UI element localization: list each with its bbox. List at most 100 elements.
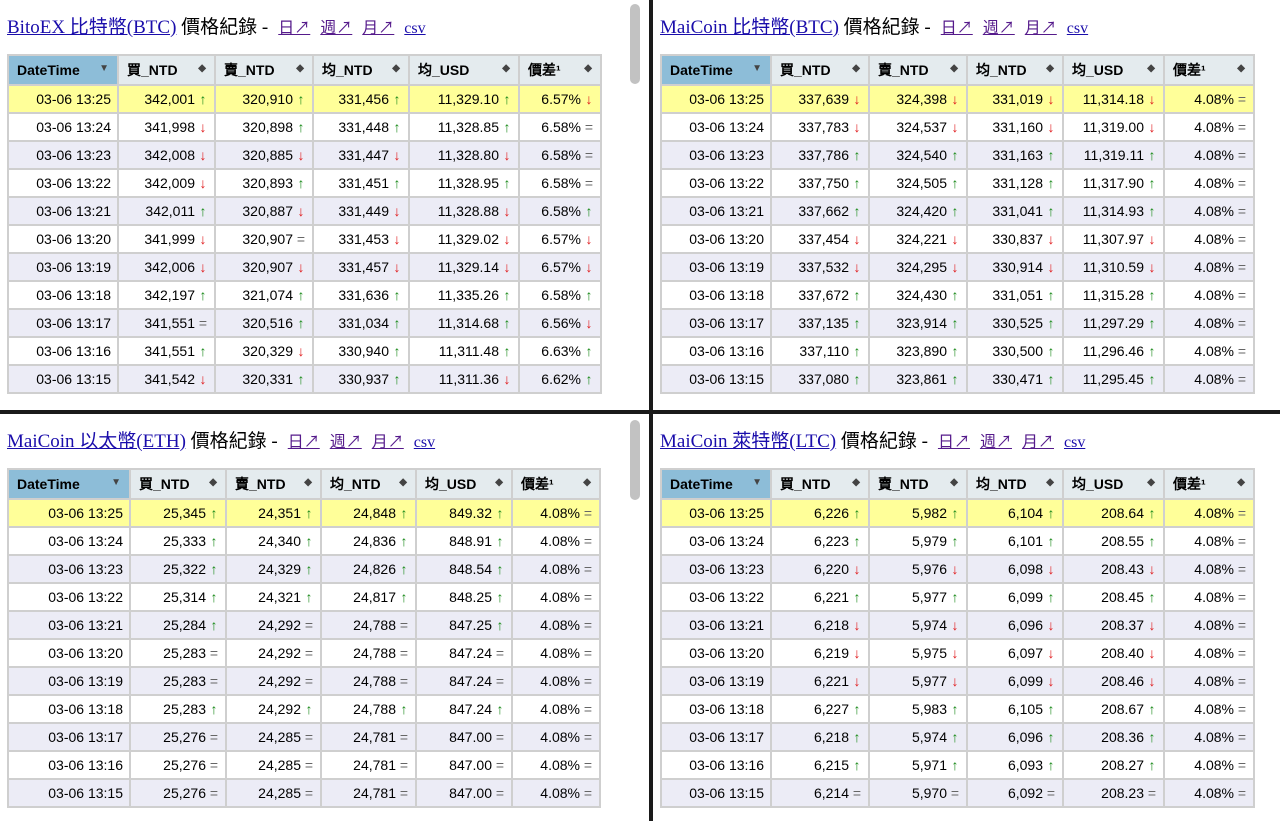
value: 4.08% xyxy=(1194,533,1234,549)
csv-link[interactable]: csv xyxy=(414,434,435,451)
equal-icon: = xyxy=(209,785,219,801)
column-header[interactable]: 賣_NTD ◆ xyxy=(227,470,320,498)
table-row: 03-06 13:24 337,783 ↓ 324,537 ↓ 331,160 ↓ 11,31… xyxy=(662,114,1253,140)
arrow-down-icon: ↓ xyxy=(297,259,305,275)
equal-icon: = xyxy=(399,645,409,661)
datetime-cell: 03-06 13:22 xyxy=(9,170,117,196)
column-header[interactable]: 價差¹ ◆ xyxy=(513,470,599,498)
value: 24,321 xyxy=(258,589,301,605)
column-header-label: 均_NTD xyxy=(330,476,381,492)
column-header[interactable]: 均_USD ◆ xyxy=(1064,470,1163,498)
value-cell: 4.08% = xyxy=(1165,640,1253,666)
column-header[interactable]: 均_NTD ◆ xyxy=(314,56,408,84)
title-suffix: 價格紀錄 - xyxy=(181,17,269,38)
column-header[interactable]: 賣_NTD ◆ xyxy=(870,56,966,84)
value-cell: 320,516 ↑ xyxy=(216,310,312,336)
arrow-up-icon: ↑ xyxy=(503,119,511,135)
column-header[interactable]: 均_NTD ◆ xyxy=(968,470,1062,498)
column-header[interactable]: 價差¹ ◆ xyxy=(1165,56,1253,84)
scrollbar[interactable] xyxy=(630,420,640,500)
column-header[interactable]: 均_USD ◆ xyxy=(1064,56,1163,84)
value-cell: 11,319.11 ↑ xyxy=(1064,142,1163,168)
column-header[interactable]: 均_NTD ◆ xyxy=(322,470,415,498)
column-header-label: 均_NTD xyxy=(322,62,373,78)
column-header[interactable]: 均_NTD ◆ xyxy=(968,56,1062,84)
csv-link[interactable]: csv xyxy=(1067,20,1088,37)
value-cell: 24,285 = xyxy=(227,752,320,778)
week-chart-link[interactable]: 週↗ xyxy=(320,20,352,37)
sort-icon: ◆ xyxy=(495,477,503,488)
sort-icon: ◆ xyxy=(198,63,206,74)
column-header[interactable]: DateTime ▼ xyxy=(9,56,117,84)
week-chart-link[interactable]: 週↗ xyxy=(983,20,1015,37)
day-chart-link[interactable]: 日↗ xyxy=(278,20,310,37)
value: 331,041 xyxy=(992,203,1043,219)
column-header[interactable]: 價差¹ ◆ xyxy=(520,56,600,84)
value: 4.08% xyxy=(1194,231,1234,247)
column-header[interactable]: 賣_NTD ◆ xyxy=(216,56,312,84)
week-chart-link[interactable]: 週↗ xyxy=(330,434,362,451)
value-cell: 324,420 ↑ xyxy=(870,198,966,224)
equal-icon: = xyxy=(399,673,409,689)
value: 331,128 xyxy=(992,175,1043,191)
month-chart-link[interactable]: 月↗ xyxy=(1025,20,1057,37)
month-chart-link[interactable]: 月↗ xyxy=(372,434,404,451)
column-header[interactable]: 買_NTD ◆ xyxy=(772,470,868,498)
value-cell: 324,537 ↓ xyxy=(870,114,966,140)
value: 25,283 xyxy=(163,673,206,689)
arrow-up-icon: ↑ xyxy=(393,343,401,359)
value-cell: 4.08% = xyxy=(1165,528,1253,554)
week-chart-link[interactable]: 週↗ xyxy=(980,434,1012,451)
value: 24,836 xyxy=(353,533,396,549)
exchange-link[interactable]: MaiCoin 以太幣(ETH) xyxy=(7,431,186,452)
column-header[interactable]: 均_USD ◆ xyxy=(410,56,518,84)
arrow-down-icon: ↓ xyxy=(951,91,959,107)
equal-icon: = xyxy=(583,561,593,577)
value-cell: 330,837 ↓ xyxy=(968,226,1062,252)
exchange-link[interactable]: MaiCoin 比特幣(BTC) xyxy=(660,17,839,38)
day-chart-link[interactable]: 日↗ xyxy=(288,434,320,451)
column-header[interactable]: 買_NTD ◆ xyxy=(772,56,868,84)
column-header[interactable]: DateTime ▼ xyxy=(662,470,770,498)
value-cell: 331,041 ↑ xyxy=(968,198,1062,224)
column-header[interactable]: 買_NTD ◆ xyxy=(131,470,225,498)
value-cell: 4.08% = xyxy=(1165,86,1253,112)
column-header[interactable]: 均_USD ◆ xyxy=(417,470,511,498)
arrow-down-icon: ↓ xyxy=(1148,561,1156,577)
exchange-link[interactable]: MaiCoin 萊特幣(LTC) xyxy=(660,431,836,452)
value: 847.24 xyxy=(449,701,492,717)
csv-link[interactable]: csv xyxy=(404,20,425,37)
datetime-cell: 03-06 13:23 xyxy=(9,556,129,582)
month-chart-link[interactable]: 月↗ xyxy=(362,20,394,37)
exchange-link[interactable]: BitoEX 比特幣(BTC) xyxy=(7,17,176,38)
day-chart-link[interactable]: 日↗ xyxy=(941,20,973,37)
value-cell: 848.91 ↑ xyxy=(417,528,511,554)
value-cell: 6,214 = xyxy=(772,780,868,806)
value: 4.08% xyxy=(540,645,580,661)
value: 24,826 xyxy=(353,561,396,577)
table-row: 03-06 13:21 337,662 ↑ 324,420 ↑ 331,041 ↑ 11,31… xyxy=(662,198,1253,224)
sort-icon: ◆ xyxy=(1147,63,1155,74)
arrow-down-icon: ↓ xyxy=(853,617,861,633)
column-header[interactable]: 價差¹ ◆ xyxy=(1165,470,1253,498)
arrow-up-icon: ↑ xyxy=(853,343,861,359)
sort-icon: ◆ xyxy=(392,63,400,74)
day-chart-link[interactable]: 日↗ xyxy=(938,434,970,451)
column-header[interactable]: 買_NTD ◆ xyxy=(119,56,214,84)
sort-icon: ◆ xyxy=(950,63,958,74)
csv-link[interactable]: csv xyxy=(1064,434,1085,451)
value: 5,975 xyxy=(911,645,947,661)
price-table: DateTime ▼ 買_NTD ◆ 賣_NTD ◆ 均_NTD ◆ 均_USD ◆ 價差¹ ◆ 03-… xyxy=(660,468,1255,808)
value: 320,331 xyxy=(242,371,293,387)
value: 6.58% xyxy=(541,147,581,163)
value-cell: 25,322 ↑ xyxy=(131,556,225,582)
month-chart-link[interactable]: 月↗ xyxy=(1022,434,1054,451)
scrollbar[interactable] xyxy=(630,4,640,84)
equal-icon: = xyxy=(209,673,219,689)
value-cell: 208.45 ↑ xyxy=(1064,584,1163,610)
column-header[interactable]: DateTime ▼ xyxy=(9,470,129,498)
column-header[interactable]: DateTime ▼ xyxy=(662,56,770,84)
arrow-up-icon: ↑ xyxy=(297,287,305,303)
table-row: 03-06 13:22 25,314 ↑ 24,321 ↑ 24,817 ↑ 848.25 ↑ 4… xyxy=(9,584,599,610)
column-header[interactable]: 賣_NTD ◆ xyxy=(870,470,966,498)
